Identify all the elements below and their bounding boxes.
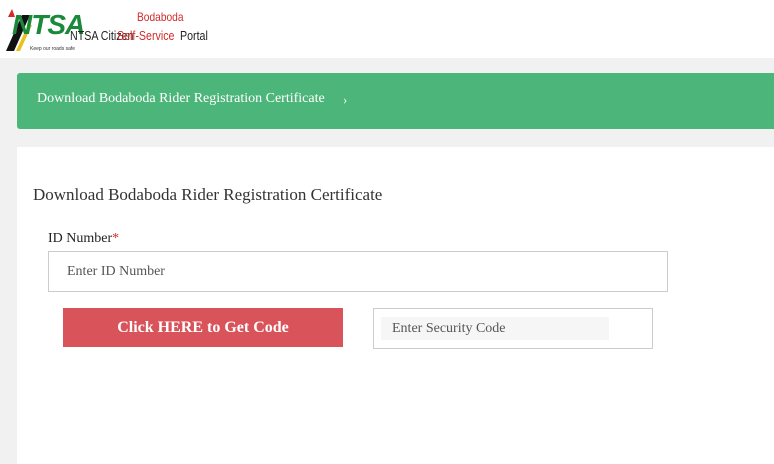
page-title: Download Bodaboda Rider Registration Cer… <box>33 185 383 204</box>
required-mark: * <box>112 231 120 246</box>
security-code-field <box>373 308 653 349</box>
form-card: Download Bodaboda Rider Registration Cer… <box>17 147 774 464</box>
chevron-right-icon: › <box>343 92 348 107</box>
breadcrumb-banner[interactable]: Download Bodaboda Rider Registration Cer… <box>17 73 774 129</box>
id-number-label: ID Number* <box>48 231 119 247</box>
logo-bodaboda-text: Bodaboda <box>137 10 184 24</box>
logo-portal-text: Portal <box>180 28 208 43</box>
logo-tagline: Keep our roads safe <box>30 46 76 52</box>
get-code-button[interactable]: Click HERE to Get Code <box>63 308 343 347</box>
security-code-input[interactable] <box>381 317 609 340</box>
header: NTSA Keep our roads safe NTSA Citizen Bo… <box>0 0 774 58</box>
breadcrumb-label: Download Bodaboda Rider Registration Cer… <box>37 91 325 106</box>
ntsa-logo[interactable]: NTSA Keep our roads safe NTSA Citizen Bo… <box>4 5 214 53</box>
id-number-input[interactable] <box>48 251 668 292</box>
id-number-label-text: ID Number <box>48 231 113 246</box>
logo-self-service-text: Self-Service <box>117 28 175 43</box>
